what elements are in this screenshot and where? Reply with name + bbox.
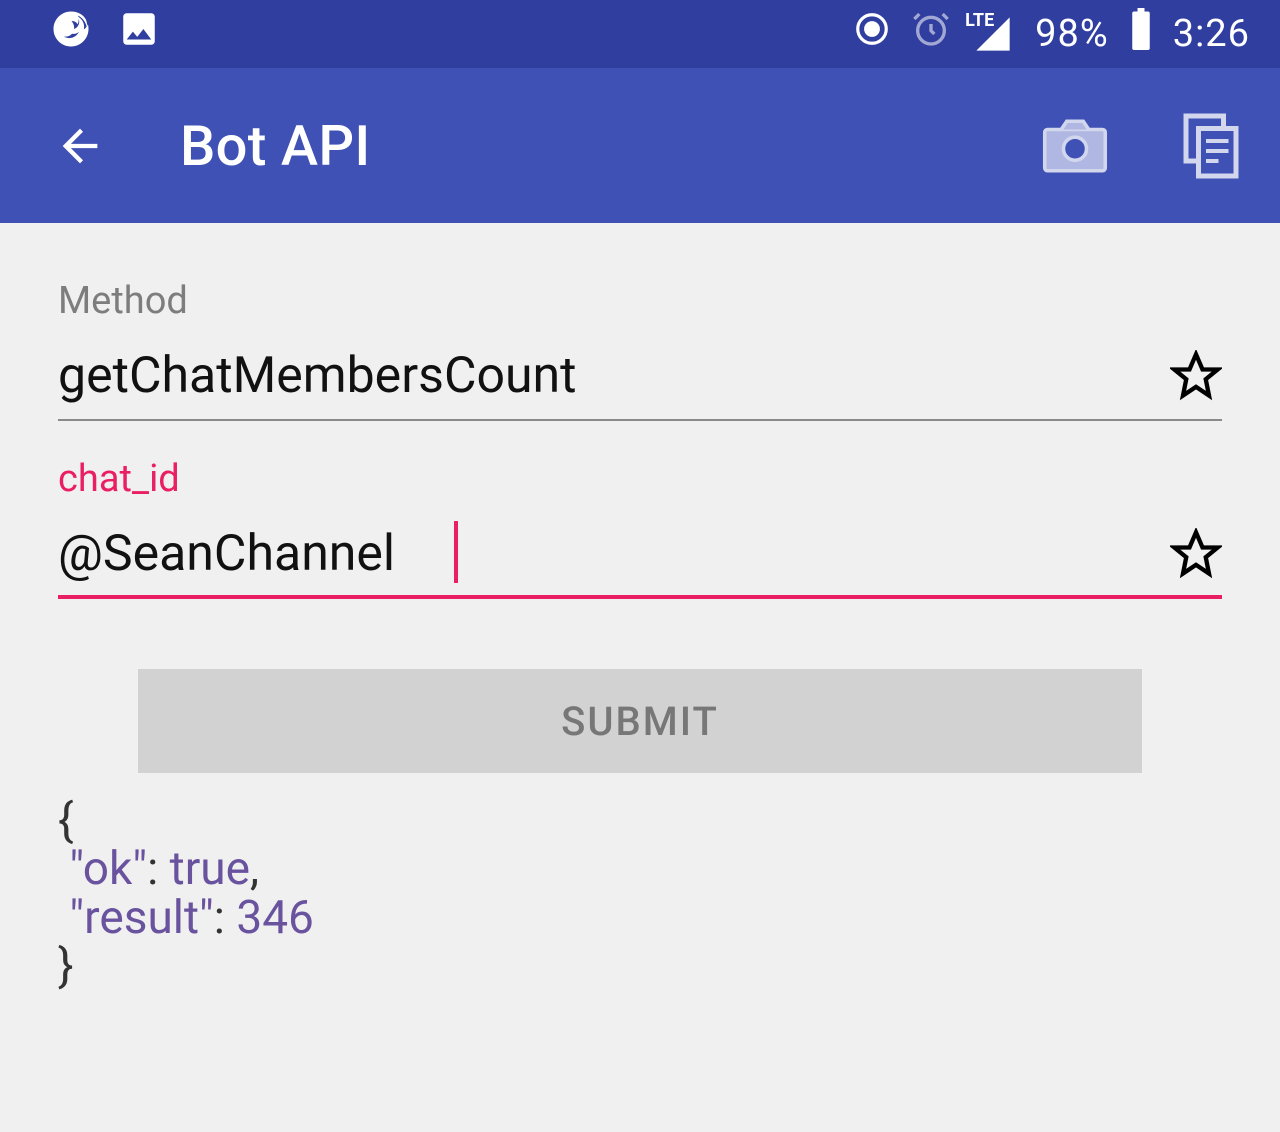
image-icon (118, 8, 160, 60)
json-key-ok: "ok" (69, 842, 147, 896)
submit-button[interactable]: SUBMIT (138, 669, 1142, 773)
alarm-icon (911, 9, 951, 59)
chatid-input[interactable] (58, 521, 1150, 587)
firefox-icon (50, 8, 92, 60)
method-input[interactable] (58, 343, 1150, 409)
json-key-result: "result" (69, 891, 213, 945)
favorite-method-button[interactable] (1170, 350, 1222, 402)
status-bar: LTE 98% 3:26 (0, 0, 1280, 68)
app-title: Bot API (180, 113, 371, 179)
clock-text: 3:26 (1173, 12, 1250, 56)
app-bar: Bot API (0, 68, 1280, 223)
chatid-field: chat_id (58, 457, 1222, 599)
content-area: Method chat_id SUBMIT { "ok": true, "res… (0, 223, 1280, 990)
json-brace-close: } (58, 939, 74, 993)
text-caret (454, 521, 458, 583)
do-not-disturb-icon (853, 10, 891, 58)
method-field: Method (58, 279, 1222, 421)
json-val-result: 346 (236, 891, 314, 945)
star-outline-icon (1170, 528, 1222, 580)
star-outline-icon (1170, 350, 1222, 402)
camera-button[interactable] (1042, 113, 1108, 179)
copy-icon (1181, 113, 1241, 179)
json-val-ok: true (170, 842, 250, 896)
favorite-chatid-button[interactable] (1170, 528, 1222, 580)
json-brace-open: { (58, 794, 74, 848)
copy-button[interactable] (1178, 113, 1244, 179)
battery-percent: 98% (1035, 12, 1109, 56)
back-button[interactable] (50, 116, 110, 176)
signal-icon: LTE (971, 14, 1015, 54)
chatid-label: chat_id (58, 457, 1222, 501)
camera-icon (1042, 117, 1108, 175)
battery-icon (1129, 8, 1153, 60)
method-label: Method (58, 279, 1222, 323)
arrow-left-icon (54, 120, 106, 172)
result-output: { "ok": true, "result": 346 } (58, 797, 1222, 990)
